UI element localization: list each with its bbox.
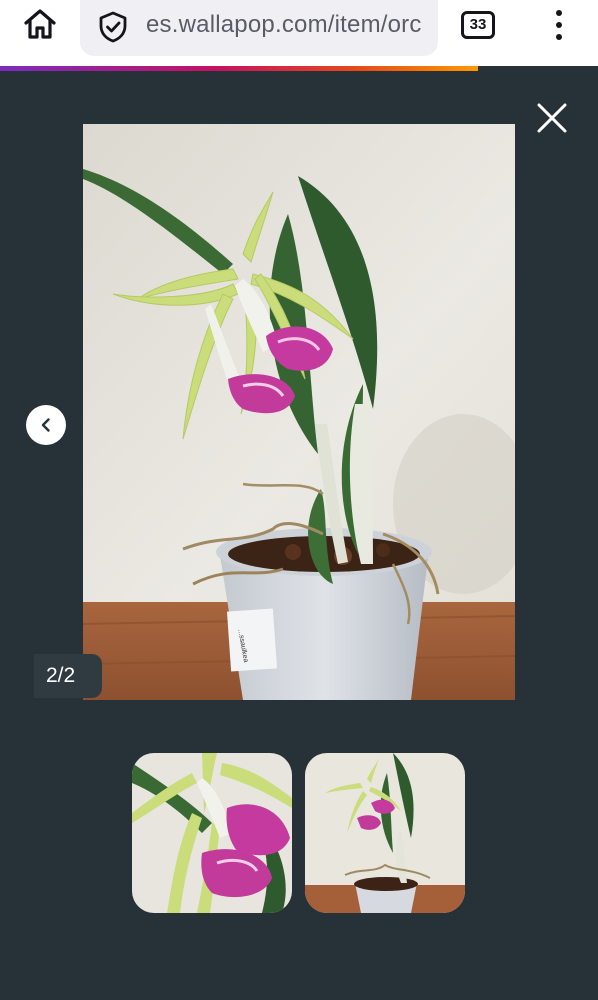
chevron-left-icon [41,418,50,432]
image-counter: 2/2 [34,654,102,698]
home-icon [24,9,56,39]
url-text[interactable]: es.wallapop.com/item/orc [146,11,422,39]
url-bar[interactable]: es.wallapop.com/item/orc [80,0,438,56]
thumbnail-1[interactable] [132,753,292,913]
image-viewer: ...ssaulkea 2/2 [0,71,598,1000]
shield-check-icon[interactable] [96,10,130,44]
orchid-photo: ...ssaulkea [83,124,515,700]
kebab-menu-icon[interactable] [545,6,573,44]
thumbnail-2[interactable] [305,753,465,913]
close-icon[interactable] [533,99,571,137]
browser-toolbar: es.wallapop.com/item/orc 33 [0,0,598,66]
previous-image-button[interactable] [26,405,66,445]
home-button[interactable] [18,4,62,44]
tab-counter-button[interactable]: 33 [461,11,495,39]
